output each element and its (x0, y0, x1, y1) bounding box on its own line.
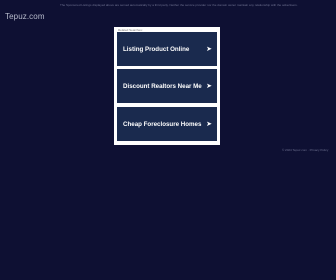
disclaimer-notice: The Sponsored Listings displayed above a… (60, 3, 298, 7)
arrow-right-icon: ➤ (206, 45, 212, 53)
footer-note[interactable]: © 2024 Tepuz.com · Privacy Policy (282, 148, 328, 152)
search-link-label: Listing Product Online (123, 45, 190, 53)
search-link-cheap-foreclosure-homes[interactable]: Cheap Foreclosure Homes ➤ (117, 107, 217, 141)
arrow-right-icon: ➤ (206, 120, 212, 128)
search-link-discount-realtors[interactable]: Discount Realtors Near Me ➤ (117, 69, 217, 103)
search-link-label: Discount Realtors Near Me (123, 82, 202, 90)
page: Tepuz.com The Sponsored Listings display… (0, 0, 336, 280)
search-link-label: Cheap Foreclosure Homes (123, 120, 202, 128)
search-link-listing-product-online[interactable]: Listing Product Online ➤ (117, 32, 217, 66)
arrow-right-icon: ➤ (206, 82, 212, 90)
related-searches-panel: Related Searches: Listing Product Online… (114, 27, 220, 145)
site-logo[interactable]: Tepuz.com (5, 12, 45, 21)
